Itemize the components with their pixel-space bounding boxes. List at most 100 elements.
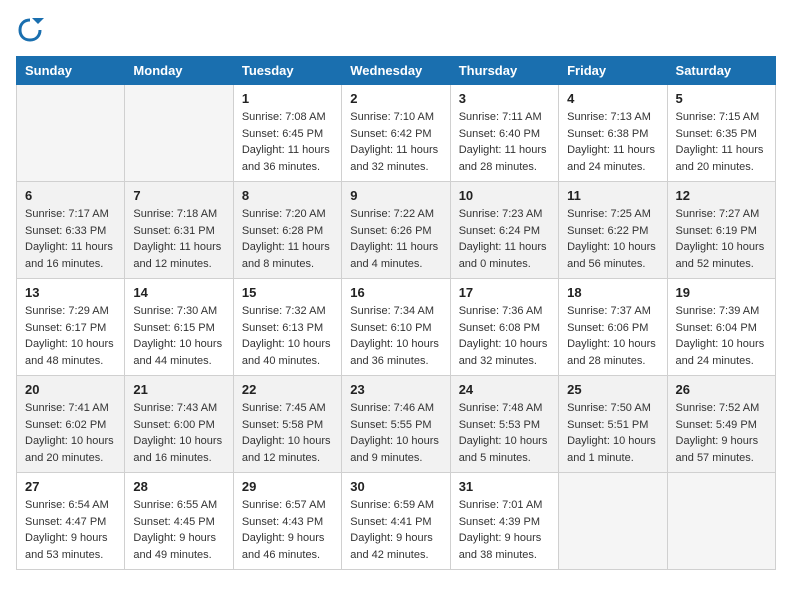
calendar-cell	[17, 85, 125, 182]
day-info: Sunrise: 7:29 AM Sunset: 6:17 PM Dayligh…	[25, 303, 116, 369]
calendar-cell: 6 Sunrise: 7:17 AM Sunset: 6:33 PM Daylig…	[17, 182, 125, 279]
day-info: Sunrise: 7:11 AM Sunset: 6:40 PM Dayligh…	[459, 109, 550, 175]
day-info: Sunrise: 7:22 AM Sunset: 6:26 PM Dayligh…	[350, 206, 441, 272]
day-info: Sunrise: 7:01 AM Sunset: 4:39 PM Dayligh…	[459, 497, 550, 563]
calendar-cell: 4Sunrise: 7:13 AM Sunset: 6:38 PM Daylig…	[559, 85, 667, 182]
day-number: 23	[350, 382, 441, 397]
calendar-cell: 2 Sunrise: 7:10 AM Sunset: 6:42 PM Daylig…	[342, 85, 450, 182]
day-number: 8	[242, 188, 333, 203]
calendar-week-row: 6 Sunrise: 7:17 AM Sunset: 6:33 PM Daylig…	[17, 182, 776, 279]
calendar-cell: 18 Sunrise: 7:37 AM Sunset: 6:06 PM Dayli…	[559, 279, 667, 376]
day-info: Sunrise: 7:43 AM Sunset: 6:00 PM Dayligh…	[133, 400, 224, 466]
day-info: Sunrise: 7:34 AM Sunset: 6:10 PM Dayligh…	[350, 303, 441, 369]
day-number: 16	[350, 285, 441, 300]
calendar-week-row: 1 Sunrise: 7:08 AM Sunset: 6:45 PM Daylig…	[17, 85, 776, 182]
day-info: Sunrise: 6:55 AM Sunset: 4:45 PM Dayligh…	[133, 497, 224, 563]
day-info: Sunrise: 7:52 AM Sunset: 5:49 PM Dayligh…	[676, 400, 767, 466]
calendar-cell	[667, 473, 775, 570]
day-number: 28	[133, 479, 224, 494]
day-info: Sunrise: 7:32 AM Sunset: 6:13 PM Dayligh…	[242, 303, 333, 369]
day-number: 15	[242, 285, 333, 300]
day-info: Sunrise: 7:45 AM Sunset: 5:58 PM Dayligh…	[242, 400, 333, 466]
day-number: 24	[459, 382, 550, 397]
day-number: 14	[133, 285, 224, 300]
day-info: Sunrise: 7:20 AM Sunset: 6:28 PM Dayligh…	[242, 206, 333, 272]
day-number: 7	[133, 188, 224, 203]
day-number: 17	[459, 285, 550, 300]
day-info: Sunrise: 7:18 AM Sunset: 6:31 PM Dayligh…	[133, 206, 224, 272]
day-info: Sunrise: 7:46 AM Sunset: 5:55 PM Dayligh…	[350, 400, 441, 466]
calendar-cell: 1 Sunrise: 7:08 AM Sunset: 6:45 PM Daylig…	[233, 85, 341, 182]
day-number: 1	[242, 91, 333, 106]
calendar-cell: 16 Sunrise: 7:34 AM Sunset: 6:10 PM Dayli…	[342, 279, 450, 376]
day-info: Sunrise: 6:59 AM Sunset: 4:41 PM Dayligh…	[350, 497, 441, 563]
day-info: Sunrise: 7:17 AM Sunset: 6:33 PM Dayligh…	[25, 206, 116, 272]
weekday-header: Tuesday	[233, 57, 341, 85]
day-info: Sunrise: 7:37 AM Sunset: 6:06 PM Dayligh…	[567, 303, 658, 369]
weekday-header: Monday	[125, 57, 233, 85]
day-number: 12	[676, 188, 767, 203]
day-info: Sunrise: 7:50 AM Sunset: 5:51 PM Dayligh…	[567, 400, 658, 466]
day-info: Sunrise: 7:39 AM Sunset: 6:04 PM Dayligh…	[676, 303, 767, 369]
calendar-cell: 10 Sunrise: 7:23 AM Sunset: 6:24 PM Dayli…	[450, 182, 558, 279]
day-number: 9	[350, 188, 441, 203]
calendar-cell: 22Sunrise: 7:45 AM Sunset: 5:58 PM Dayli…	[233, 376, 341, 473]
day-number: 4	[567, 91, 658, 106]
calendar-week-row: 13 Sunrise: 7:29 AM Sunset: 6:17 PM Dayli…	[17, 279, 776, 376]
day-info: Sunrise: 7:08 AM Sunset: 6:45 PM Dayligh…	[242, 109, 333, 175]
day-info: Sunrise: 7:48 AM Sunset: 5:53 PM Dayligh…	[459, 400, 550, 466]
calendar-cell: 20 Sunrise: 7:41 AM Sunset: 6:02 PM Dayli…	[17, 376, 125, 473]
calendar-cell: 31Sunrise: 7:01 AM Sunset: 4:39 PM Dayli…	[450, 473, 558, 570]
weekday-header: Wednesday	[342, 57, 450, 85]
day-number: 29	[242, 479, 333, 494]
calendar-cell: 11Sunrise: 7:25 AM Sunset: 6:22 PM Dayli…	[559, 182, 667, 279]
calendar-cell: 21 Sunrise: 7:43 AM Sunset: 6:00 PM Dayli…	[125, 376, 233, 473]
day-info: Sunrise: 7:15 AM Sunset: 6:35 PM Dayligh…	[676, 109, 767, 175]
day-number: 20	[25, 382, 116, 397]
day-number: 6	[25, 188, 116, 203]
logo-icon	[16, 16, 44, 44]
weekday-header: Sunday	[17, 57, 125, 85]
calendar-cell: 26Sunrise: 7:52 AM Sunset: 5:49 PM Dayli…	[667, 376, 775, 473]
logo	[16, 16, 48, 44]
page-header	[16, 16, 776, 44]
calendar-cell: 17 Sunrise: 7:36 AM Sunset: 6:08 PM Dayli…	[450, 279, 558, 376]
calendar-cell: 5Sunrise: 7:15 AM Sunset: 6:35 PM Daylig…	[667, 85, 775, 182]
calendar-cell: 23 Sunrise: 7:46 AM Sunset: 5:55 PM Dayli…	[342, 376, 450, 473]
calendar: SundayMondayTuesdayWednesdayThursdayFrid…	[16, 56, 776, 570]
calendar-cell: 28 Sunrise: 6:55 AM Sunset: 4:45 PM Dayli…	[125, 473, 233, 570]
day-number: 27	[25, 479, 116, 494]
day-info: Sunrise: 7:30 AM Sunset: 6:15 PM Dayligh…	[133, 303, 224, 369]
calendar-cell	[125, 85, 233, 182]
day-number: 18	[567, 285, 658, 300]
calendar-cell: 19 Sunrise: 7:39 AM Sunset: 6:04 PM Dayli…	[667, 279, 775, 376]
calendar-cell: 8 Sunrise: 7:20 AM Sunset: 6:28 PM Daylig…	[233, 182, 341, 279]
day-info: Sunrise: 7:41 AM Sunset: 6:02 PM Dayligh…	[25, 400, 116, 466]
calendar-cell: 14 Sunrise: 7:30 AM Sunset: 6:15 PM Dayli…	[125, 279, 233, 376]
calendar-cell: 3Sunrise: 7:11 AM Sunset: 6:40 PM Daylig…	[450, 85, 558, 182]
calendar-cell: 29 Sunrise: 6:57 AM Sunset: 4:43 PM Dayli…	[233, 473, 341, 570]
day-number: 19	[676, 285, 767, 300]
day-number: 21	[133, 382, 224, 397]
calendar-week-row: 20 Sunrise: 7:41 AM Sunset: 6:02 PM Dayli…	[17, 376, 776, 473]
day-number: 2	[350, 91, 441, 106]
calendar-cell: 27 Sunrise: 6:54 AM Sunset: 4:47 PM Dayli…	[17, 473, 125, 570]
day-info: Sunrise: 7:36 AM Sunset: 6:08 PM Dayligh…	[459, 303, 550, 369]
calendar-week-row: 27 Sunrise: 6:54 AM Sunset: 4:47 PM Dayli…	[17, 473, 776, 570]
day-info: Sunrise: 6:57 AM Sunset: 4:43 PM Dayligh…	[242, 497, 333, 563]
calendar-cell: 30Sunrise: 6:59 AM Sunset: 4:41 PM Dayli…	[342, 473, 450, 570]
day-number: 13	[25, 285, 116, 300]
day-info: Sunrise: 6:54 AM Sunset: 4:47 PM Dayligh…	[25, 497, 116, 563]
calendar-cell: 24 Sunrise: 7:48 AM Sunset: 5:53 PM Dayli…	[450, 376, 558, 473]
day-info: Sunrise: 7:23 AM Sunset: 6:24 PM Dayligh…	[459, 206, 550, 272]
day-info: Sunrise: 7:27 AM Sunset: 6:19 PM Dayligh…	[676, 206, 767, 272]
day-number: 10	[459, 188, 550, 203]
day-number: 11	[567, 188, 658, 203]
calendar-cell: 12 Sunrise: 7:27 AM Sunset: 6:19 PM Dayli…	[667, 182, 775, 279]
day-info: Sunrise: 7:10 AM Sunset: 6:42 PM Dayligh…	[350, 109, 441, 175]
calendar-cell: 15 Sunrise: 7:32 AM Sunset: 6:13 PM Dayli…	[233, 279, 341, 376]
weekday-header: Thursday	[450, 57, 558, 85]
calendar-cell: 9 Sunrise: 7:22 AM Sunset: 6:26 PM Daylig…	[342, 182, 450, 279]
calendar-cell	[559, 473, 667, 570]
weekday-header: Saturday	[667, 57, 775, 85]
